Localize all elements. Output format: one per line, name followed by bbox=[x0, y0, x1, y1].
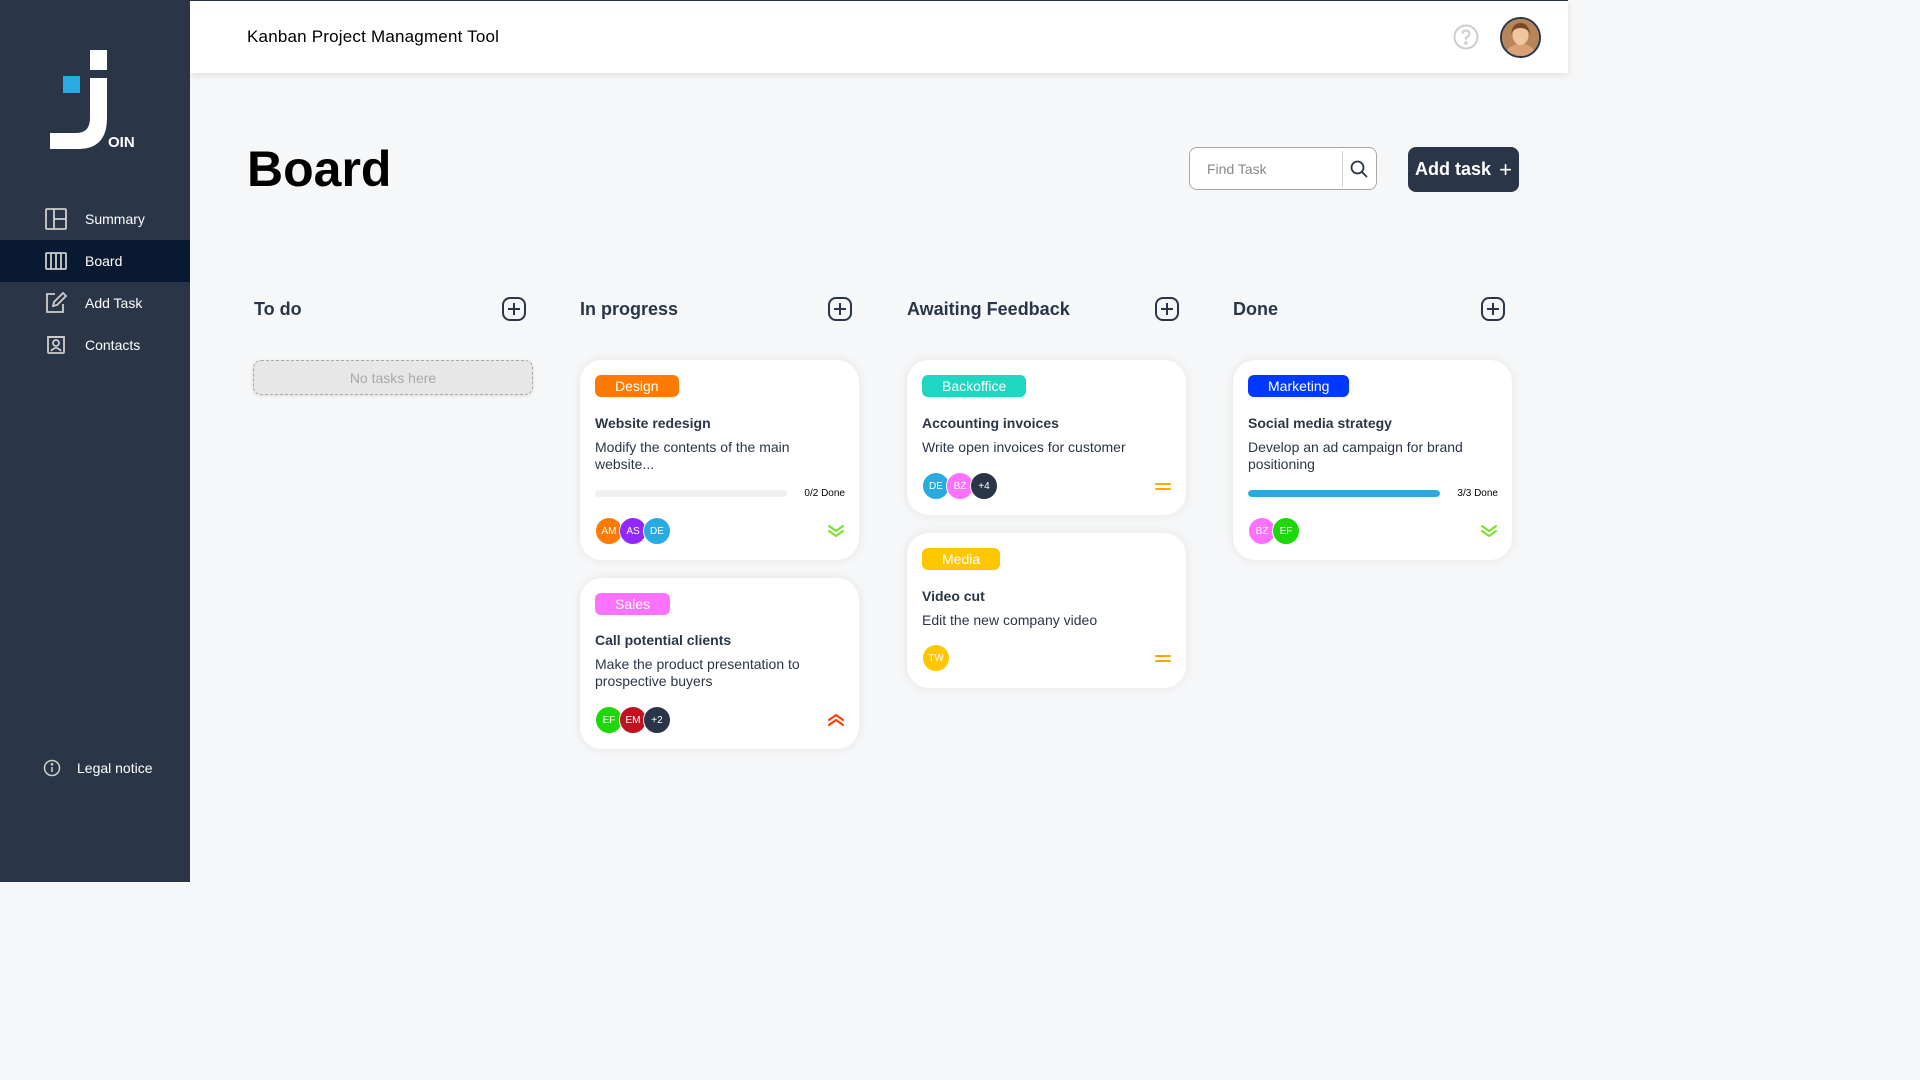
category-tag: Marketing bbox=[1248, 375, 1350, 397]
task-description: Develop an ad campaign for brand positio… bbox=[1248, 439, 1463, 472]
column-title: In progress bbox=[580, 298, 679, 319]
column-add-icon[interactable] bbox=[828, 297, 852, 321]
assignee-avatar: +2 bbox=[643, 706, 671, 734]
legal-notice-label: Legal notice bbox=[77, 760, 153, 776]
task-description: Write open invoices for customer bbox=[922, 439, 1126, 455]
empty-column-placeholder: No tasks here bbox=[253, 360, 533, 395]
top-header: Kanban Project Managment Tool bbox=[190, 0, 1568, 73]
column-add-icon[interactable] bbox=[502, 297, 526, 321]
search-icon[interactable] bbox=[1343, 149, 1376, 189]
user-avatar[interactable] bbox=[1500, 17, 1541, 58]
sidebar-item-board[interactable]: Board bbox=[0, 240, 190, 282]
task-card[interactable]: Sales Call potential clients Make the pr… bbox=[580, 578, 859, 749]
subtask-progress-text: 3/3 Done bbox=[1457, 488, 1498, 499]
sidebar-item-label: Board bbox=[85, 253, 123, 269]
plus-icon: + bbox=[1499, 156, 1512, 182]
task-description: Edit the new company video bbox=[922, 612, 1098, 628]
assignee-list: AM AS DE bbox=[595, 517, 671, 545]
sidebar: OIN Summary Board Add Task Contacts Lega… bbox=[0, 0, 190, 882]
help-icon[interactable] bbox=[1453, 24, 1479, 50]
contacts-icon bbox=[44, 333, 68, 357]
task-title: Social media strategy bbox=[1248, 415, 1392, 431]
sidebar-item-label: Add Task bbox=[85, 295, 143, 311]
priority-low-icon bbox=[827, 524, 845, 538]
task-title: Accounting invoices bbox=[922, 415, 1059, 431]
board-icon bbox=[44, 249, 68, 273]
priority-urgent-icon bbox=[827, 713, 845, 727]
column-header-done: Done bbox=[1233, 296, 1505, 322]
priority-medium-icon bbox=[1154, 480, 1172, 494]
category-tag: Backoffice bbox=[922, 375, 1027, 397]
column-title: Awaiting Feedback bbox=[907, 298, 1070, 319]
sidebar-nav: Summary Board Add Task Contacts bbox=[0, 198, 190, 366]
add-task-button-label: Add task bbox=[1415, 159, 1492, 179]
subtask-progress-bar bbox=[1248, 490, 1440, 497]
task-title: Call potential clients bbox=[595, 632, 732, 648]
assignee-list: DE BZ +4 bbox=[922, 472, 998, 500]
sidebar-item-label: Summary bbox=[85, 211, 145, 227]
column-header-in-progress: In progress bbox=[580, 296, 852, 322]
category-tag: Sales bbox=[595, 593, 671, 615]
add-task-icon bbox=[44, 291, 68, 315]
sidebar-item-add-task[interactable]: Add Task bbox=[0, 282, 190, 324]
column-add-icon[interactable] bbox=[1481, 297, 1505, 321]
legal-notice-link[interactable]: Legal notice bbox=[42, 758, 153, 778]
join-logo[interactable]: OIN bbox=[48, 48, 138, 153]
task-card[interactable]: Media Video cut Edit the new company vid… bbox=[907, 533, 1186, 688]
task-card[interactable]: Design Website redesign Modify the conte… bbox=[580, 360, 859, 560]
subtask-progress-bar bbox=[595, 490, 787, 497]
page-title: Board bbox=[247, 141, 392, 197]
column-header-awaiting-feedback: Awaiting Feedback bbox=[907, 296, 1179, 322]
priority-low-icon bbox=[1480, 524, 1498, 538]
task-description: Make the product presentation to prospec… bbox=[595, 656, 800, 689]
task-title: Video cut bbox=[922, 588, 985, 604]
assignee-avatar: DE bbox=[643, 517, 671, 545]
assignee-list: TW bbox=[922, 644, 950, 672]
assignee-avatar: TW bbox=[922, 644, 950, 672]
task-card[interactable]: Backoffice Accounting invoices Write ope… bbox=[907, 360, 1186, 515]
find-task-input[interactable] bbox=[1190, 148, 1342, 189]
column-header-todo: To do bbox=[254, 296, 526, 322]
info-icon bbox=[42, 758, 62, 778]
search-box bbox=[1189, 147, 1377, 190]
task-description: Modify the contents of the main website.… bbox=[595, 439, 790, 472]
task-title: Website redesign bbox=[595, 415, 711, 431]
assignee-avatar: EF bbox=[1272, 517, 1300, 545]
column-add-icon[interactable] bbox=[1155, 297, 1179, 321]
assignee-avatar: +4 bbox=[970, 472, 998, 500]
column-title: Done bbox=[1233, 298, 1278, 319]
logo-text: OIN bbox=[108, 134, 135, 151]
sidebar-item-summary[interactable]: Summary bbox=[0, 198, 190, 240]
category-tag: Design bbox=[595, 375, 679, 397]
sidebar-item-contacts[interactable]: Contacts bbox=[0, 324, 190, 366]
column-title: To do bbox=[254, 298, 302, 319]
summary-icon bbox=[44, 207, 68, 231]
subtask-progress-text: 0/2 Done bbox=[804, 488, 845, 499]
category-tag: Media bbox=[922, 548, 1001, 570]
sidebar-item-label: Contacts bbox=[85, 337, 141, 353]
assignee-list: BZ EF bbox=[1248, 517, 1300, 545]
progress-fill bbox=[1248, 490, 1440, 497]
app-title: Kanban Project Managment Tool bbox=[247, 27, 500, 46]
assignee-list: EF EM +2 bbox=[595, 706, 671, 734]
priority-medium-icon bbox=[1154, 652, 1172, 666]
task-card[interactable]: Marketing Social media strategy Develop … bbox=[1233, 360, 1512, 560]
add-task-button[interactable]: Add task + bbox=[1408, 147, 1519, 192]
